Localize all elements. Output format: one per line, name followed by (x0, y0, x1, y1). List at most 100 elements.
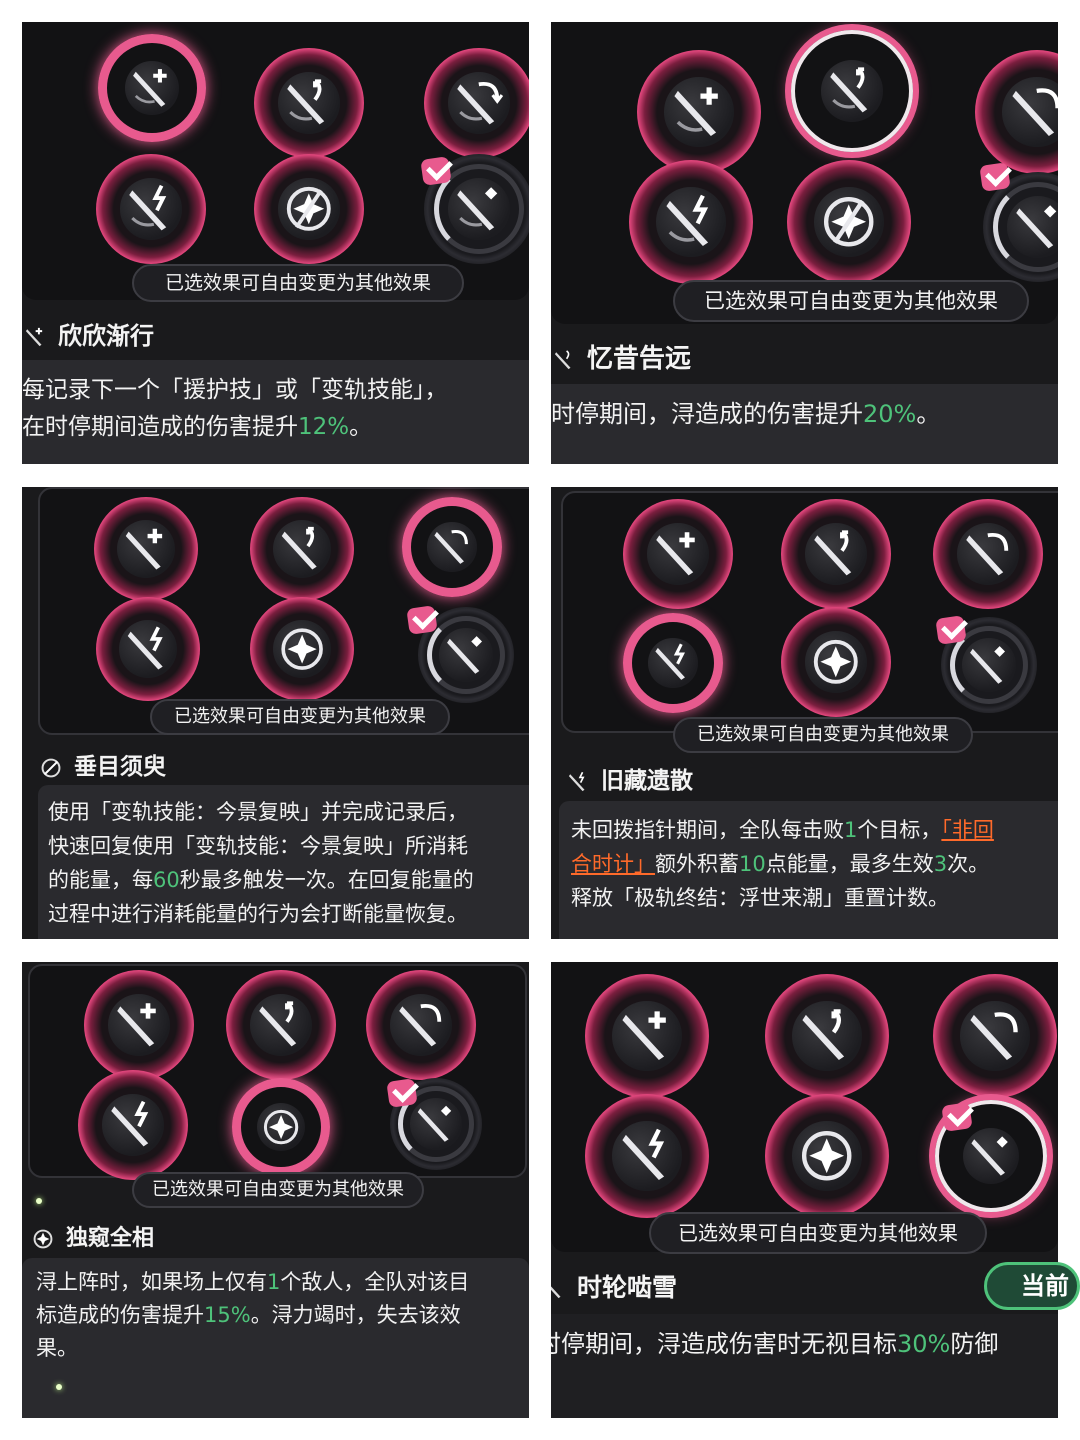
effect-grid (28, 964, 527, 1180)
desc-text: 释放「极轨终结：浮世来潮」重置计数。 (571, 886, 949, 910)
desc-text: 在时停期间造成的伤害提升 (22, 414, 298, 440)
effect-slot-dagger-lightning[interactable] (96, 597, 200, 701)
effect-slot-dagger-rotate[interactable] (366, 970, 476, 1080)
effect-slot-dagger-lightning[interactable] (623, 613, 723, 713)
effect-slot-dagger-plus[interactable] (98, 34, 206, 142)
effect-description: 每记录下一个「援护技」或「变轨技能」， 在时停期间造成的伤害提升12%。 (22, 360, 529, 464)
desc-line: 在时停期间造成的伤害提升12%。 (22, 409, 529, 446)
selected-check-icon (979, 160, 1015, 194)
effect-slot-dagger-arrow[interactable] (781, 499, 891, 609)
effect-slot-shield-star[interactable] (232, 1078, 330, 1176)
effect-slot-dagger-arrow[interactable] (791, 30, 913, 152)
effect-title: 忆昔告远 (587, 344, 692, 374)
effect-slot-dagger-arrow[interactable] (226, 970, 336, 1080)
desc-text: 的能量，每 (48, 868, 153, 892)
effect-slot-shield-star[interactable] (250, 597, 354, 701)
effect-slot-dagger-rotate[interactable] (424, 48, 529, 158)
effect-slot-dagger-plus[interactable] (623, 499, 733, 609)
dagger-diamond-icon (1016, 205, 1057, 249)
sparkle-dot (56, 1384, 62, 1390)
effect-slot-dagger-plus[interactable] (637, 50, 761, 174)
effect-slot-dagger-lightning[interactable] (585, 1094, 709, 1218)
dagger-lightning-icon (622, 1128, 665, 1181)
desc-text: 时停期间，浔造成伤害时无视目标 (551, 1330, 897, 1358)
effect-grid: 已选效果可自由变更为其他效果 (22, 22, 529, 302)
dagger-diamond-icon (457, 187, 498, 231)
desc-text: 。 (916, 400, 941, 428)
selected-check-icon (420, 154, 456, 188)
effect-slot-dagger-rotate[interactable] (933, 499, 1043, 609)
change-effect-hint: 已选效果可自由变更为其他效果 (150, 699, 450, 735)
dagger-rotate-icon (434, 530, 469, 565)
effect-slot-dagger-rotate[interactable] (402, 497, 502, 597)
change-effect-hint: 已选效果可自由变更为其他效果 (132, 1172, 424, 1208)
effect-slot-shield-star[interactable] (765, 1094, 889, 1218)
effect-grid: 已选效果可自由变更为其他效果 (38, 487, 529, 735)
desc-text: 果。 (36, 1336, 78, 1360)
effect-slot-dagger-rotate[interactable] (933, 974, 1057, 1098)
effect-title: 时轮啮雪 (577, 1273, 678, 1302)
desc-text: 标造成的伤害提升 (36, 1303, 204, 1327)
desc-text: 额外积蓄 (655, 852, 739, 876)
effect-title-row: 独窥全相 (30, 1220, 529, 1252)
effect-slot-shield-star[interactable] (781, 607, 891, 717)
shield-star-icon (281, 628, 323, 670)
desc-text: 个目标， (857, 818, 942, 842)
selected-check-icon (386, 1076, 422, 1110)
effect-slot-dagger-lightning[interactable] (96, 154, 206, 264)
effect-slot-dagger-arrow[interactable] (254, 48, 364, 158)
effect-title-row: 旧藏遗散 (565, 761, 1058, 795)
effect-slot-dagger-plus[interactable] (585, 974, 709, 1098)
effect-title-row: 欣欣渐行 (22, 316, 529, 351)
effect-description: 浔上阵时，如果场上仅有1个敌人，全队对该目 标造成的伤害提升15%。浔力竭时，失… (22, 1258, 529, 1418)
dagger-arrow-icon (287, 79, 325, 125)
effect-title-row: 忆昔告远 (551, 338, 1058, 375)
effect-slot-dagger-rotate[interactable] (975, 50, 1058, 174)
effect-slot-dagger-arrow[interactable] (250, 497, 354, 601)
desc-text: 。 (349, 414, 373, 440)
dagger-lightning-icon (666, 194, 709, 247)
effect-slot-dagger-lightning[interactable] (78, 1070, 188, 1180)
desc-line: 时停期间，浔造成的伤害提升20%。 (551, 396, 1058, 432)
effect-slot-shield-star[interactable] (254, 154, 364, 264)
desc-value: 15% (204, 1303, 251, 1327)
shield-star-icon (814, 640, 858, 684)
dagger-lightning-icon (127, 626, 163, 670)
effect-slot-dagger-plus[interactable] (94, 497, 198, 601)
effect-description: 时停期间，浔造成伤害时无视目标30%防御 (551, 1314, 1058, 1418)
effect-grid: 已选效果可自由变更为其他效果 (551, 962, 1058, 1254)
desc-keyword-link[interactable]: 合时计」 (571, 852, 655, 876)
desc-text: 个敌人，全队对该目 (280, 1270, 470, 1294)
dagger-arrow-icon (281, 526, 317, 570)
change-effect-hint: 已选效果可自由变更为其他效果 (132, 264, 464, 302)
effect-description: 未回拨指针期间，全队每击败1个目标，「非回 合时计」额外积蓄10点能量，最多生效… (559, 801, 1058, 939)
shield-star-icon (824, 197, 874, 247)
desc-text: 防御 (950, 1330, 999, 1358)
desc-value: 1 (844, 818, 858, 842)
effect-slot-dagger-arrow[interactable] (765, 974, 889, 1098)
dagger-plus-icon (117, 1003, 156, 1047)
effect-slot-dagger-lightning[interactable] (629, 160, 753, 284)
desc-text: 过程中进行消耗能量的行为会打断能量恢复。 (48, 902, 468, 926)
desc-text: 浔上阵时，如果场上仅有 (36, 1270, 267, 1294)
current-effect-button[interactable]: 当前 (984, 1262, 1080, 1310)
selected-check-icon (941, 1100, 977, 1134)
effect-slot-shield-star[interactable] (787, 160, 911, 284)
effect-grid: 已选效果可自由变更为其他效果 (551, 22, 1058, 324)
effect-panel-2: 已选效果可自由变更为其他效果 忆昔告远 时停期间，浔造成的伤害提升20%。 (551, 22, 1058, 464)
dagger-plus-icon (22, 324, 48, 350)
shield-star-icon (30, 1226, 56, 1252)
selected-check-icon (935, 613, 971, 647)
effect-slot-dagger-plus[interactable] (84, 970, 194, 1080)
desc-value: 10 (739, 852, 766, 876)
desc-line: 快速回复使用「变轨技能：今景复映」所消耗 (48, 829, 529, 863)
dagger-diamond-icon (971, 1136, 1008, 1176)
dagger-plus-icon (622, 1011, 667, 1061)
dagger-rotate-icon (970, 1012, 1018, 1061)
effect-description: 时停期间，浔造成的伤害提升20%。 (551, 384, 1058, 464)
effect-title: 垂目须臾 (74, 754, 166, 780)
desc-keyword-link[interactable]: 「非回 (941, 818, 994, 842)
desc-value: 3 (933, 852, 948, 876)
sparkle-dot (36, 1198, 42, 1204)
effect-panel-3: 已选效果可自由变更为其他效果 垂目须臾 使用「变轨技能：今景复映」并完成记录后，… (22, 487, 529, 939)
